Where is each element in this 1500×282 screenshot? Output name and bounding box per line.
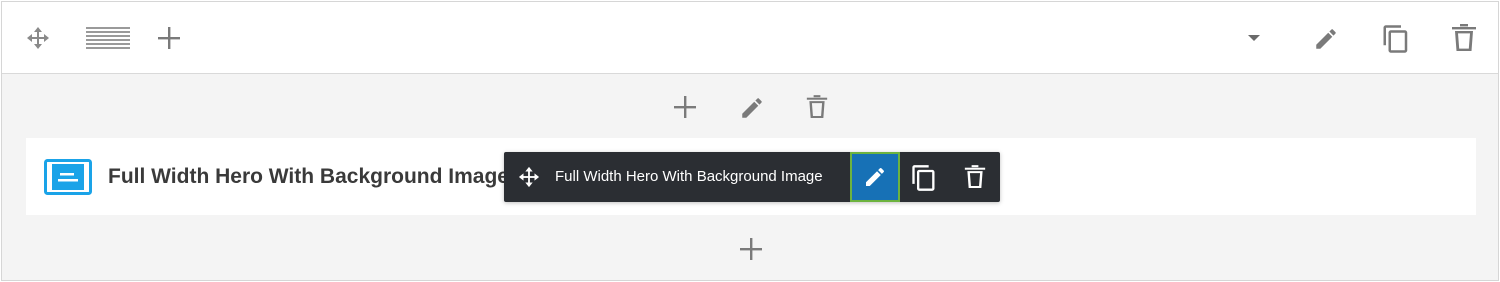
caret-down-icon[interactable]	[1247, 33, 1261, 43]
module-action-popover: Full Width Hero With Background Image	[504, 152, 1000, 202]
trash-icon[interactable]	[1451, 24, 1477, 52]
layout-builder-frame: Full Width Hero With Background Image Fu…	[1, 1, 1499, 281]
section-toolbar	[2, 2, 1498, 74]
bottom-add-icon[interactable]	[739, 237, 763, 261]
row-pencil-icon[interactable]	[739, 95, 765, 121]
popover-pencil-icon[interactable]	[863, 165, 887, 189]
move-icon[interactable]	[26, 26, 50, 50]
pencil-icon[interactable]	[1313, 26, 1339, 52]
popover-copy-icon[interactable]	[910, 164, 938, 192]
row-add-icon[interactable]	[673, 95, 697, 119]
popover-move-icon[interactable]	[518, 166, 540, 188]
copy-icon[interactable]	[1381, 24, 1411, 54]
popover-trash-icon[interactable]	[964, 164, 986, 190]
popover-edit-button[interactable]	[850, 152, 900, 202]
plus-icon[interactable]	[157, 26, 181, 50]
module-card-icon	[44, 159, 92, 200]
module-title: Full Width Hero With Background Image	[108, 165, 504, 188]
row-trash-icon[interactable]	[806, 94, 828, 120]
popover-label: Full Width Hero With Background Image	[555, 168, 823, 185]
menu-lines-icon[interactable]	[86, 27, 130, 49]
